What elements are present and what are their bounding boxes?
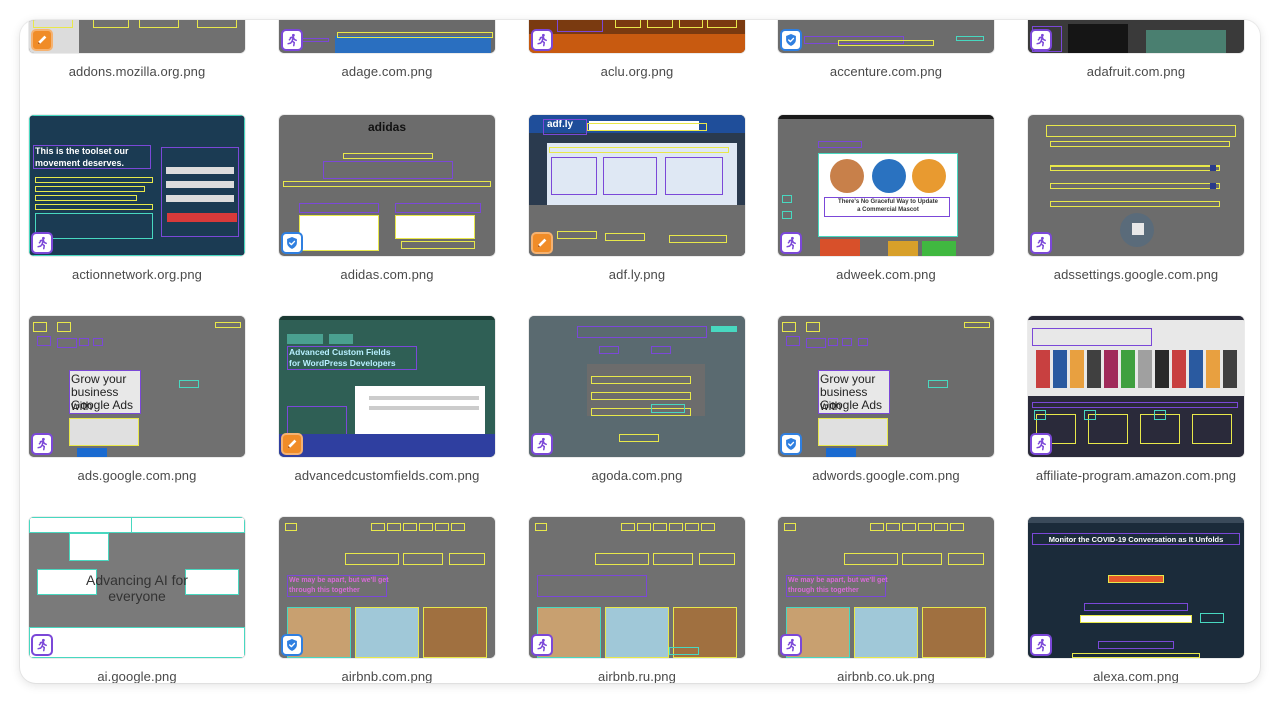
file-thumbnail[interactable] [1028,20,1244,53]
run-icon [31,433,53,455]
file-name-label[interactable]: advancedcustomfields.com.png [275,468,499,483]
file-name-label[interactable]: airbnb.co.uk.png [774,669,998,683]
file-card[interactable]: adidas adidas.com.png [279,115,495,315]
file-card[interactable]: Advanced Custom Fields for WordPress Deve… [279,316,495,516]
file-name-label[interactable]: adssettings.google.com.png [1024,267,1248,282]
run-icon [531,433,553,455]
run-icon [1030,433,1052,455]
file-card[interactable]: Grow your business with Google Ads adwords.… [778,316,994,516]
file-name-label[interactable]: actionnetwork.org.png [25,267,249,282]
pencil-icon [531,232,553,254]
run-icon [531,29,553,51]
thumbnail-text: for WordPress Developers [289,358,396,368]
file-thumbnail[interactable]: We may be apart, but we'll get through th… [778,517,994,658]
file-card[interactable]: adf.ly adf.ly.png [529,115,745,315]
file-name-label[interactable]: adwords.google.com.png [774,468,998,483]
file-thumbnail[interactable]: Monitor the COVID-19 Conversation as It … [1028,517,1244,658]
run-icon [31,634,53,656]
file-thumbnail[interactable]: adidas [279,115,495,256]
file-card[interactable]: We may be apart, but we'll get through th… [279,517,495,683]
file-thumbnail[interactable]: adf.ly [529,115,745,256]
file-card[interactable]: adafruit.com.png [1028,20,1244,112]
run-icon [531,634,553,656]
run-icon [1030,634,1052,656]
file-card[interactable]: accenture.com.png [778,20,994,112]
file-name-label[interactable]: adafruit.com.png [1024,64,1248,79]
file-card[interactable]: aclu.org.png [529,20,745,112]
thumbnail-text: adidas [367,120,406,134]
file-name-label[interactable]: agoda.com.png [525,468,749,483]
run-icon [31,232,53,254]
file-name-label[interactable]: adidas.com.png [275,267,499,282]
file-name-label[interactable]: airbnb.ru.png [525,669,749,683]
shield-icon [281,232,303,254]
file-card[interactable]: agoda.com.png [529,316,745,516]
file-name-label[interactable]: accenture.com.png [774,64,998,79]
file-thumbnail[interactable]: Advanced Custom Fields for WordPress Deve… [279,316,495,457]
thumbnail-text: through this together [788,587,859,594]
file-card[interactable]: Grow your business with Google Ads ads.goog… [29,316,245,516]
thumbnail-text: Monitor the COVID-19 Conversation as It … [1048,535,1224,544]
shield-icon [780,29,802,51]
file-thumbnail[interactable]: Grow your business with Google Ads [29,316,245,457]
file-card[interactable]: We may be apart, but we'll get through th… [778,517,994,683]
thumbnail-text: We may be apart, but we'll get [788,577,888,584]
pencil-icon [281,433,303,455]
thumbnail-text: We may be apart, but we'll get [289,577,389,584]
file-thumbnail[interactable]: Advancing AI for everyone [29,517,245,658]
file-thumbnail[interactable]: We may be apart, but we'll get through th… [279,517,495,658]
run-icon [281,29,303,51]
file-card[interactable]: Monitor the COVID-19 Conversation as It … [1028,517,1244,683]
thumbnail-text: Advancing AI for [86,572,188,588]
shield-icon [780,433,802,455]
file-name-label[interactable]: ai.google.png [25,669,249,683]
thumbnail-grid: addons.mozilla.org.png adage.com.png aclu.… [20,20,1260,683]
file-card[interactable]: airbnb.ru.png [529,517,745,683]
thumbnail-text: Advanced Custom Fields [289,347,391,357]
run-icon [1030,232,1052,254]
file-card[interactable]: adage.com.png [279,20,495,112]
file-thumbnail[interactable]: There's No Graceful Way to Update a Comme… [778,115,994,256]
file-name-label[interactable]: adage.com.png [275,64,499,79]
pencil-icon [31,29,53,51]
file-thumbnail[interactable] [529,316,745,457]
file-thumbnail[interactable]: Grow your business with Google Ads [778,316,994,457]
thumbnail-text: everyone [108,588,166,604]
file-card[interactable]: affiliate-program.amazon.com.png [1028,316,1244,516]
file-thumbnail[interactable]: This is the toolset our movement deserves… [29,115,245,256]
file-thumbnail[interactable] [279,20,495,53]
thumbnail-text: Google Ads [71,398,134,412]
file-thumbnail[interactable] [29,20,245,53]
run-icon [780,634,802,656]
run-icon [780,232,802,254]
file-card[interactable]: This is the toolset our movement deserves… [29,115,245,315]
thumbnail-text: movement deserves. [35,158,125,168]
file-name-label[interactable]: alexa.com.png [1024,669,1248,683]
file-name-label[interactable]: addons.mozilla.org.png [25,64,249,79]
thumbnail-text: through this together [289,587,360,594]
run-icon [1030,29,1052,51]
file-name-label[interactable]: ads.google.com.png [25,468,249,483]
file-name-label[interactable]: adweek.com.png [774,267,998,282]
file-thumbnail[interactable] [529,20,745,53]
thumbnail-text: Grow your [71,372,127,386]
thumbnail-text: This is the toolset our [35,146,129,156]
file-thumbnail[interactable] [529,517,745,658]
file-thumbnail[interactable] [1028,115,1244,256]
thumbnail-text: Google Ads [820,398,883,412]
file-card[interactable]: addons.mozilla.org.png [29,20,245,112]
file-card[interactable]: There's No Graceful Way to Update a Comme… [778,115,994,315]
file-card[interactable]: Advancing AI for everyone ai.google.png [29,517,245,683]
file-card[interactable]: adssettings.google.com.png [1028,115,1244,315]
file-name-label[interactable]: airbnb.com.png [275,669,499,683]
shield-icon [281,634,303,656]
thumbnail-text: Grow your [820,372,876,386]
file-browser-window: addons.mozilla.org.png adage.com.png aclu.… [20,20,1260,683]
file-thumbnail[interactable] [778,20,994,53]
file-thumbnail[interactable] [1028,316,1244,457]
file-name-label[interactable]: adf.ly.png [525,267,749,282]
file-name-label[interactable]: aclu.org.png [525,64,749,79]
file-name-label[interactable]: affiliate-program.amazon.com.png [1024,468,1248,483]
